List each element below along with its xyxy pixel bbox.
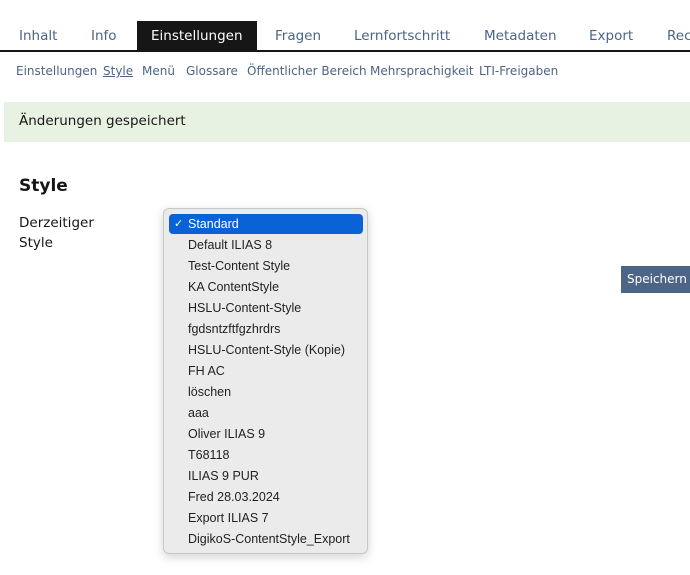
style-option[interactable]: ✓ Standard: [169, 214, 363, 234]
style-option[interactable]: Export ILIAS 7: [169, 508, 363, 528]
tab-metadaten[interactable]: Metadaten: [484, 21, 557, 50]
style-option[interactable]: T68118: [169, 445, 363, 465]
tab-fragen[interactable]: Fragen: [275, 21, 321, 50]
tab-info[interactable]: Info: [91, 21, 117, 50]
style-option[interactable]: Fred 28.03.2024: [169, 487, 363, 507]
style-option[interactable]: HSLU-Content-Style: [169, 298, 363, 318]
tab-lernfortschritt[interactable]: Lernfortschritt: [354, 21, 450, 50]
subtab-glossare[interactable]: Glossare: [186, 64, 238, 78]
style-option[interactable]: Oliver ILIAS 9: [169, 424, 363, 444]
current-style-label: Derzeitiger Style: [19, 215, 94, 251]
style-select-dropdown[interactable]: ✓ Standard Default ILIAS 8 Test-Content …: [163, 208, 368, 554]
style-option[interactable]: aaa: [169, 403, 363, 423]
style-option[interactable]: FH AC: [169, 361, 363, 381]
success-message-text: Änderungen gespeichert: [19, 113, 186, 129]
style-option[interactable]: fgdsntzftfgzhrdrs: [169, 319, 363, 339]
style-option[interactable]: ILIAS 9 PUR: [169, 466, 363, 486]
subtab-mehrsprachigkeit[interactable]: Mehrsprachigkeit: [370, 64, 474, 78]
style-option[interactable]: löschen: [169, 382, 363, 402]
checkmark-icon: ✓: [174, 218, 184, 230]
save-button[interactable]: Speichern: [621, 266, 690, 293]
tab-einstellungen[interactable]: Einstellungen: [137, 21, 257, 50]
subtab-style[interactable]: Style: [103, 64, 133, 78]
tab-rec[interactable]: Rec: [667, 21, 690, 50]
tab-export[interactable]: Export: [589, 21, 633, 50]
tab-inhalt[interactable]: Inhalt: [19, 21, 57, 50]
subtab-einstellungen[interactable]: Einstellungen: [16, 64, 97, 78]
style-option[interactable]: KA ContentStyle: [169, 277, 363, 297]
style-option[interactable]: Default ILIAS 8: [169, 235, 363, 255]
subtab-oeffentlicher-bereich[interactable]: Öffentlicher Bereich: [247, 64, 367, 78]
style-option-label: Standard: [188, 217, 239, 231]
main-tabs: Inhalt Info Einstellungen Fragen Lernfor…: [0, 21, 690, 52]
success-message: Änderungen gespeichert: [4, 102, 690, 142]
style-option[interactable]: HSLU-Content-Style (Kopie): [169, 340, 363, 360]
subtab-menu[interactable]: Menü: [142, 64, 175, 78]
style-option[interactable]: Test-Content Style: [169, 256, 363, 276]
subtab-lti-freigaben[interactable]: LTI-Freigaben: [479, 64, 558, 78]
sub-tabs: Einstellungen Style Menü Glossare Öffent…: [0, 64, 690, 82]
section-title: Style: [19, 176, 68, 196]
style-option[interactable]: DigikoS-ContentStyle_Export: [169, 529, 363, 549]
